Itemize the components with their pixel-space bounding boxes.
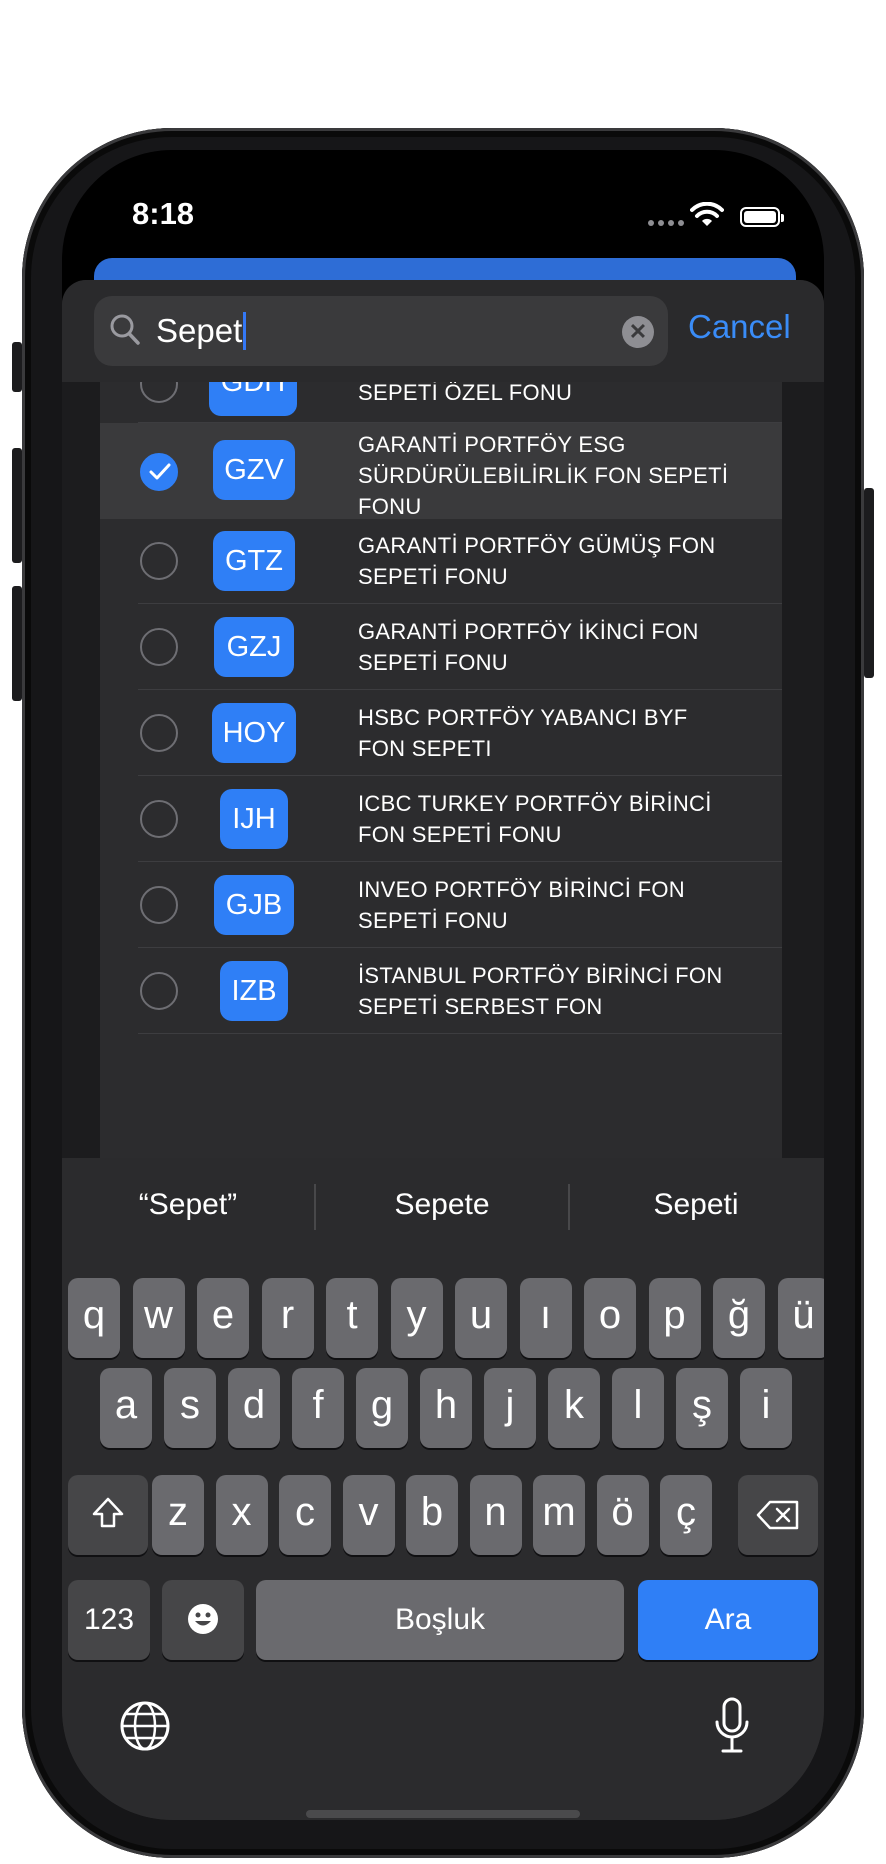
battery-icon — [740, 207, 784, 227]
selection-radio-checked[interactable] — [140, 453, 178, 491]
selection-radio[interactable] — [140, 972, 178, 1010]
key-j[interactable]: j — [484, 1368, 536, 1448]
backspace-icon — [756, 1500, 799, 1530]
key-f[interactable]: f — [292, 1368, 344, 1448]
clear-search-button[interactable]: ✕ — [622, 316, 654, 348]
key-i[interactable]: i — [740, 1368, 792, 1448]
key-x[interactable]: x — [215, 1475, 268, 1555]
list-item[interactable]: GZJ GARANTİ PORTFÖY İKİNCİ FON SEPETİ FO… — [100, 604, 782, 690]
fund-code-badge: GTZ — [213, 531, 295, 591]
search-input[interactable]: Sepet ✕ — [94, 296, 668, 366]
volume-down-button — [12, 586, 22, 701]
suggestion-3[interactable]: Sepeti — [570, 1188, 822, 1222]
list-item[interactable]: GDH SEPETİ ÖZEL FONU — [100, 382, 782, 423]
selection-radio[interactable] — [140, 800, 178, 838]
fund-code-badge: GJB — [214, 875, 294, 935]
shift-icon — [92, 1497, 124, 1528]
search-bar: Sepet ✕ Cancel — [62, 280, 824, 382]
key-m[interactable]: m — [533, 1475, 585, 1555]
key-u[interactable]: u — [455, 1278, 507, 1358]
key-ğ[interactable]: ğ — [713, 1278, 765, 1358]
fund-name: İSTANBUL PORTFÖY BİRİNCİ FON SEPETİ SERB… — [358, 963, 723, 1019]
selection-radio[interactable] — [140, 382, 178, 403]
key-w[interactable]: w — [132, 1278, 185, 1358]
selection-radio[interactable] — [140, 628, 178, 666]
key-t[interactable]: t — [326, 1278, 378, 1358]
home-indicator — [306, 1810, 580, 1818]
suggestion-1[interactable]: “Sepet” — [62, 1188, 314, 1222]
search-input-value: Sepet — [156, 312, 247, 350]
checkmark-icon — [149, 463, 171, 480]
fund-results-list: GDH SEPETİ ÖZEL FONU GZV GARANTİ PORTFÖY… — [100, 382, 782, 1158]
key-ş[interactable]: ş — [676, 1368, 728, 1448]
key-d[interactable]: d — [228, 1368, 280, 1448]
selection-radio[interactable] — [140, 886, 178, 924]
list-item[interactable]: GZV GARANTİ PORTFÖY ESG SÜRDÜRÜLEBİLİRLİ… — [100, 423, 782, 519]
key-p[interactable]: p — [648, 1278, 701, 1358]
fund-name: INVEO PORTFÖY BİRİNCİ FON SEPETİ FONU — [358, 877, 685, 933]
microphone-icon[interactable] — [712, 1696, 752, 1756]
key-h[interactable]: h — [420, 1368, 472, 1448]
key-a[interactable]: a — [100, 1368, 152, 1448]
emoji-key[interactable] — [162, 1580, 244, 1660]
wifi-icon — [690, 202, 724, 226]
phone-screen: 8:18 Sepet ✕ Cancel GDH SEPETİ ÖZEL FONU — [62, 150, 824, 1820]
key-l[interactable]: l — [612, 1368, 664, 1448]
fund-name: GARANTİ PORTFÖY GÜMÜŞ FON SEPETİ FONU — [358, 533, 716, 589]
key-g[interactable]: g — [356, 1368, 408, 1448]
key-e[interactable]: e — [197, 1278, 249, 1358]
fund-name: SEPETİ ÖZEL FONU — [358, 382, 573, 405]
text-caret — [243, 312, 247, 350]
selection-radio[interactable] — [140, 714, 178, 752]
key-q[interactable]: q — [68, 1278, 120, 1358]
fund-code-badge: GDH — [209, 382, 297, 416]
key-b[interactable]: b — [406, 1475, 458, 1555]
suggestion-2[interactable]: Sepete — [316, 1188, 568, 1222]
cancel-button[interactable]: Cancel — [688, 308, 791, 346]
shift-key[interactable] — [68, 1475, 148, 1555]
fund-code-badge: GZV — [213, 440, 295, 500]
key-ç[interactable]: ç — [660, 1475, 712, 1555]
list-item[interactable]: GTZ GARANTİ PORTFÖY GÜMÜŞ FON SEPETİ FON… — [100, 519, 782, 604]
fund-code-badge: GZJ — [214, 617, 294, 677]
key-k[interactable]: k — [548, 1368, 600, 1448]
fund-code-badge: IZB — [220, 961, 288, 1021]
fund-name: GARANTİ PORTFÖY İKİNCİ FON SEPETİ FONU — [358, 619, 699, 675]
cellular-signal-icon — [648, 220, 684, 226]
space-key[interactable]: Boşluk — [256, 1580, 624, 1660]
status-time: 8:18 — [132, 196, 195, 231]
mute-switch — [12, 342, 22, 392]
emoji-icon — [188, 1604, 218, 1634]
search-icon — [110, 314, 140, 345]
fund-name: GARANTİ PORTFÖY ESG SÜRDÜRÜLEBİLİRLİK FO… — [358, 432, 729, 519]
fund-name: ICBC TURKEY PORTFÖY BİRİNCİ FON SEPETİ F… — [358, 791, 712, 847]
fund-code-badge: HOY — [212, 703, 296, 763]
fund-code-badge: IJH — [220, 789, 288, 849]
volume-up-button — [12, 448, 22, 563]
search-sheet: Sepet ✕ Cancel GDH SEPETİ ÖZEL FONU GZV … — [62, 280, 824, 1820]
search-return-key[interactable]: Ara — [638, 1580, 818, 1660]
backspace-key[interactable] — [738, 1475, 818, 1555]
key-n[interactable]: n — [469, 1475, 522, 1555]
selection-radio[interactable] — [140, 542, 178, 580]
keyboard: “Sepet” Sepete Sepeti qwertyuıopğü asdfg… — [62, 1158, 824, 1820]
fund-name: HSBC PORTFÖY YABANCI BYF FON SEPETI — [358, 705, 688, 761]
key-y[interactable]: y — [390, 1278, 443, 1358]
power-button — [864, 488, 874, 678]
list-item[interactable]: IZB İSTANBUL PORTFÖY BİRİNCİ FON SEPETİ … — [100, 948, 782, 1034]
list-item[interactable]: IJH ICBC TURKEY PORTFÖY BİRİNCİ FON SEPE… — [100, 776, 782, 862]
globe-icon[interactable] — [118, 1699, 172, 1753]
key-v[interactable]: v — [342, 1475, 395, 1555]
numbers-key[interactable]: 123 — [68, 1580, 150, 1660]
key-ö[interactable]: ö — [596, 1475, 649, 1555]
key-z[interactable]: z — [152, 1475, 204, 1555]
list-item[interactable]: HOY HSBC PORTFÖY YABANCI BYF FON SEPETI — [100, 690, 782, 776]
key-ü[interactable]: ü — [777, 1278, 824, 1358]
key-r[interactable]: r — [261, 1278, 314, 1358]
key-ı[interactable]: ı — [519, 1278, 572, 1358]
key-c[interactable]: c — [279, 1475, 331, 1555]
key-s[interactable]: s — [164, 1368, 216, 1448]
list-item[interactable]: GJB INVEO PORTFÖY BİRİNCİ FON SEPETİ FON… — [100, 862, 782, 948]
key-o[interactable]: o — [584, 1278, 636, 1358]
